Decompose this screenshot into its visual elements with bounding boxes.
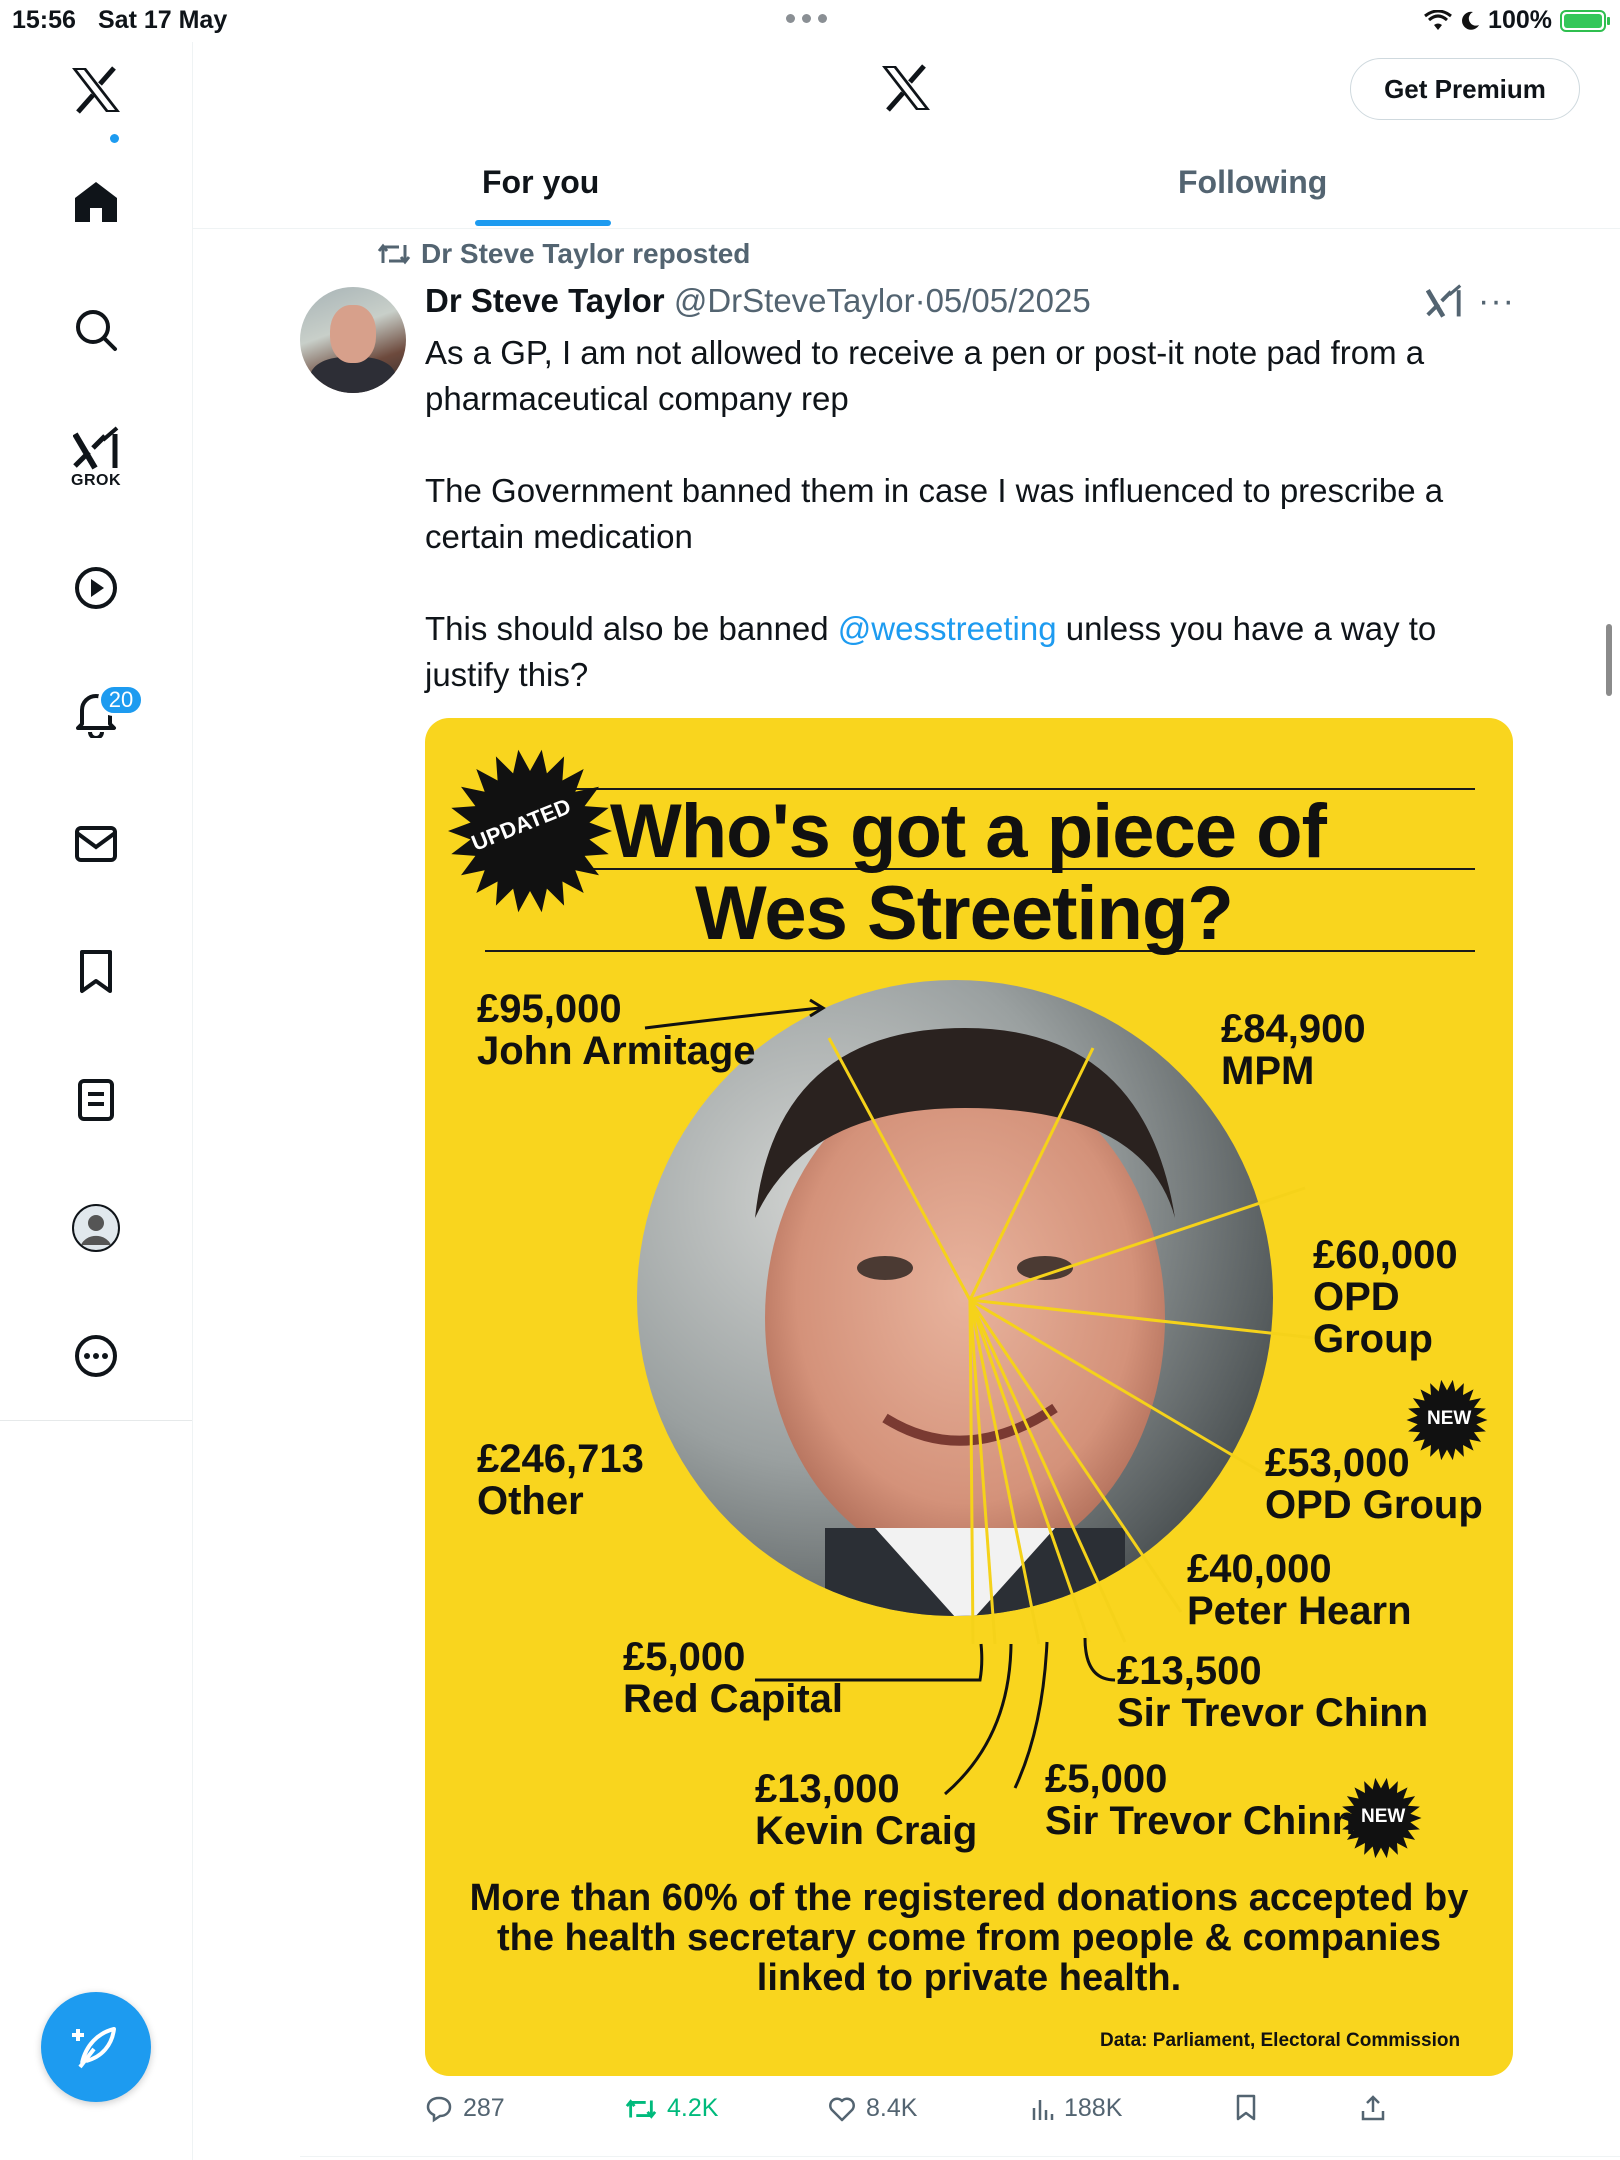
tweet-author-name[interactable]: Dr Steve Taylor [425,282,665,319]
search-icon[interactable] [0,280,192,380]
profile-icon[interactable] [0,1178,192,1278]
media-footer-text: More than 60% of the registered donation… [469,1877,1469,1999]
get-premium-button[interactable]: Get Premium [1350,58,1580,120]
tab-following[interactable]: Following [1178,164,1327,201]
tweet-grok-icon[interactable] [1425,284,1462,323]
status-date: Sat 17 May [98,6,228,34]
tab-for-you[interactable]: For you [482,164,599,201]
grok-icon[interactable]: GROK [0,408,192,508]
moon-icon [1462,11,1480,30]
mention-link[interactable]: @wesstreeting [838,610,1057,647]
wifi-icon [1424,9,1452,30]
repost-label: Dr Steve Taylor reposted [421,238,751,269]
messages-icon[interactable] [0,794,192,894]
tweet-author-handle[interactable]: @DrSteveTaylor [674,282,915,319]
tweet-text: As a GP, I am not allowed to receive a p… [425,330,1505,744]
sidebar-bottom-divider [0,1420,192,1421]
repost-icon [625,2098,657,2119]
reply-icon [426,2096,452,2122]
tweet-more-icon[interactable]: ··· [1478,282,1515,321]
home-unread-dot [110,134,119,143]
header-x-logo-icon[interactable] [880,62,932,119]
compose-post-button[interactable] [41,1992,151,2102]
share-icon [1361,2095,1385,2121]
views-chart-icon [1032,2099,1054,2120]
tweet-paragraph-3: This should also be banned @wesstreeting… [425,606,1505,698]
donor-label-trevor-chinn-2: £5,000 Sir Trevor Chinn [1045,1757,1357,1843]
video-icon[interactable] [0,538,192,638]
sidebar-divider [192,42,193,2160]
timeline-tabs: For you Following [193,150,1620,229]
lists-icon[interactable] [0,1050,192,1150]
scrollbar[interactable] [1606,624,1612,696]
label-arrows [644,998,1116,1796]
x-logo-icon[interactable] [0,40,192,140]
tweet-date[interactable]: 05/05/2025 [926,282,1091,319]
reply-count: 287 [463,2094,505,2122]
bookmark-button[interactable] [1235,2094,1257,2122]
notifications-icon[interactable] [0,664,192,764]
donor-label-red-capital: £5,000 Red Capital [623,1635,844,1721]
new-badge-label-1: NEW [1427,1408,1472,1429]
heart-icon [829,2097,855,2121]
bookmark-icon [1236,2094,1256,2121]
donor-label-peter-hearn: £40,000 Peter Hearn [1187,1547,1412,1633]
multitasking-dots-icon[interactable] [786,14,827,23]
active-tab-indicator [475,220,611,226]
grok-label: GROK [71,472,121,489]
compose-feather-icon [72,2027,116,2069]
new-badge-label-2: NEW [1361,1806,1406,1827]
donor-label-mpm: £84,900 MPM [1221,1007,1366,1093]
tweet-paragraph-1: As a GP, I am not allowed to receive a p… [425,334,1425,417]
donor-label-opd-group-1: £60,000 OPD Group [1313,1233,1458,1361]
reply-button[interactable]: 287 [425,2094,505,2123]
repost-count: 4.2K [667,2094,719,2122]
repost-button[interactable]: 4.2K [625,2094,718,2123]
tweet-paragraph-3-start: This should also be banned [425,610,838,647]
tweet-divider [300,2156,1620,2157]
donor-label-john-armitage: £95,000 John Armitage [477,987,756,1073]
tweet-actions: 287 4.2K 8.4K 188K [425,2094,1425,2134]
repost-context[interactable]: Dr Steve Taylor reposted [377,238,750,270]
bookmarks-icon[interactable] [0,922,192,1022]
avatar[interactable] [300,287,406,393]
donor-label-trevor-chinn-1: £13,500 Sir Trevor Chinn [1117,1649,1429,1735]
tweet-media-image[interactable]: UPDATED Who's got a piece of Wes Streeti… [425,718,1513,2076]
notifications-badge: 20 [98,684,144,716]
tweet-header: Dr Steve Taylor @DrSteveTaylor·05/05/202… [425,282,1091,320]
battery-fill [1564,13,1602,28]
more-icon[interactable] [0,1306,192,1406]
donor-label-other: £246,713 Other [477,1437,644,1523]
tweet-paragraph-2: The Government banned them in case I was… [425,472,1444,555]
like-count: 8.4K [866,2094,918,2122]
donor-label-kevin-craig: £13,000 Kevin Craig [755,1767,978,1853]
status-bar: 15:56 Sat 17 May 100% [0,0,1620,42]
status-time: 15:56 [12,6,76,34]
views-button[interactable]: 188K [1030,2094,1122,2123]
views-count: 188K [1064,2094,1123,2122]
like-button[interactable]: 8.4K [828,2094,917,2123]
media-source-text: Data: Parliament, Electoral Commission [1100,2030,1461,2051]
repost-icon [377,243,411,265]
home-icon[interactable] [0,152,192,252]
status-right: 100% [1424,6,1610,35]
tweet-meta-separator: · [914,282,926,319]
battery-icon [1560,9,1610,32]
share-button[interactable] [1360,2094,1386,2122]
battery-percent: 100% [1488,6,1552,34]
